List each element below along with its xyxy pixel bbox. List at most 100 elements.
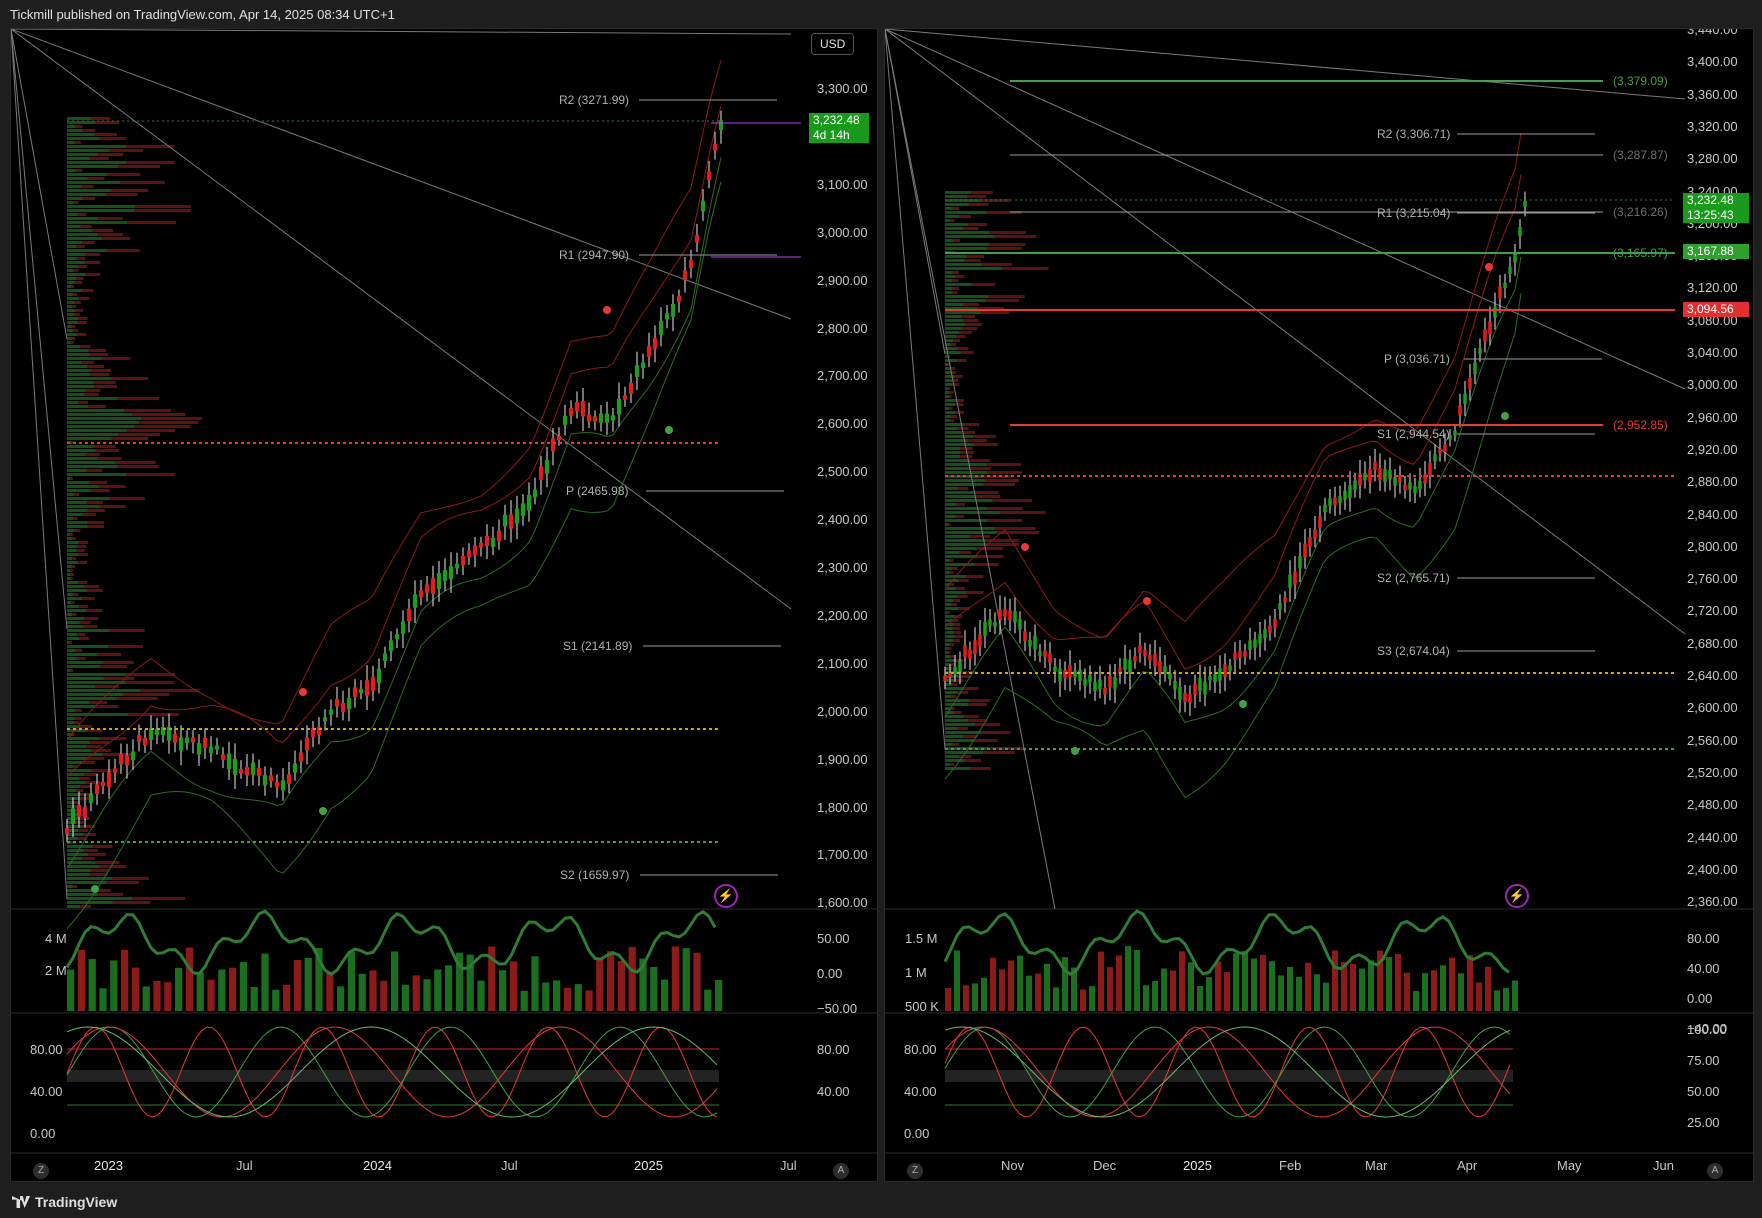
volume-profile-bar-up — [67, 669, 71, 672]
signal-dot — [91, 885, 99, 893]
volume-bar-down — [380, 980, 388, 1011]
volume-bar-up — [304, 957, 312, 1011]
volume-profile-bar-down — [86, 745, 102, 748]
volume-profile-bar-up — [67, 397, 118, 400]
volume-profile-bar-up — [67, 181, 121, 184]
candle-up — [1408, 482, 1412, 490]
volume-profile-bar-up — [67, 681, 126, 684]
volume-profile-bar-down — [949, 391, 954, 394]
flash-icon[interactable]: ⚡ — [714, 884, 738, 908]
volume-profile-bar-down — [987, 247, 1022, 250]
left-chart-panel[interactable]: USD 3,300.003,200.003,100.003,000.002,90… — [10, 28, 878, 1182]
volume-profile-bar-up — [67, 425, 135, 428]
volume-profile-bar-down — [72, 885, 78, 888]
volume-profile-bar-up — [67, 741, 91, 744]
oscillator-right-axis-label: 100.00 — [1687, 1022, 1727, 1037]
volume-profile-bar-up — [945, 675, 960, 678]
volume-profile-bar-down — [97, 217, 123, 220]
volume-profile-bar-up — [67, 389, 86, 392]
candle-down — [418, 590, 424, 598]
volume-bar-up — [67, 969, 75, 1011]
volume-profile-bar-down — [963, 715, 979, 718]
volume-profile-bar-down — [75, 169, 83, 172]
candle-down — [220, 754, 226, 760]
volume-profile-bar-down — [128, 713, 179, 716]
price-axis-label: 2,600.00 — [1687, 700, 1738, 716]
volume-profile-bar-down — [73, 269, 79, 272]
volume-profile-bar-up — [67, 293, 73, 296]
line-value-label: (2,952.85) — [1613, 418, 1668, 432]
volume-profile-bar-down — [78, 401, 89, 404]
auto-scale-button[interactable]: A — [833, 1163, 849, 1179]
volume-profile-bar-up — [67, 269, 74, 272]
volume-profile-bar-down — [77, 213, 87, 216]
candle-down — [1003, 608, 1007, 617]
right-price-chart[interactable] — [885, 29, 1754, 1182]
volume-profile-bar-up — [67, 249, 107, 252]
volume-profile-bar-down — [953, 639, 960, 642]
volume-profile-bar-up — [67, 553, 79, 556]
volume-profile-bar-up — [945, 287, 953, 290]
right-chart-panel[interactable]: 3,440.00 3,400.00 3,360.00 3,320.00 3,280.00… — [884, 28, 1754, 1182]
candle-up — [544, 459, 550, 474]
volume-profile-bar-up — [67, 417, 142, 420]
volume-bar-down — [1215, 961, 1221, 1011]
time-axis-label: Jul — [236, 1158, 253, 1173]
volume-profile-bar-up — [945, 395, 949, 398]
candle-down — [286, 774, 292, 784]
volume-bar-up — [1161, 968, 1167, 1011]
volume-profile-bar-up — [67, 433, 119, 436]
volume-profile-bar-down — [124, 409, 171, 412]
flash-icon[interactable]: ⚡ — [1505, 884, 1529, 908]
volume-profile-bar-up — [945, 223, 969, 226]
volume-profile-bar-up — [67, 677, 104, 680]
candle-up — [1298, 556, 1302, 569]
volume-profile-bar-down — [965, 323, 982, 326]
auto-scale-button[interactable]: A — [1707, 1163, 1723, 1179]
volume-profile-bar-up — [67, 461, 116, 464]
volume-profile-bar-down — [952, 287, 959, 290]
candle-up — [1213, 674, 1217, 683]
volume-profile-bar-up — [945, 191, 972, 194]
zoom-button[interactable]: Z — [907, 1163, 923, 1179]
volume-bar-up — [704, 989, 712, 1011]
volume-profile-bar-up — [945, 247, 988, 250]
volume-profile-bar-down — [132, 413, 186, 416]
volume-profile-bar-down — [70, 477, 73, 480]
candle-down — [556, 436, 562, 441]
candle-down — [1378, 468, 1382, 481]
volume-oscillator-line — [943, 909, 1510, 977]
oscillator-right-axis-label: 40.00 — [817, 1084, 850, 1099]
volume-bar-up — [1242, 951, 1248, 1011]
volume-profile-bar-down — [93, 445, 116, 448]
candle-down — [706, 171, 712, 181]
volume-profile-bar-up — [67, 757, 88, 760]
volume-profile-bar-down — [954, 375, 963, 378]
volume-profile-bar-up — [67, 349, 89, 352]
volume-profile-bar-down — [986, 463, 1022, 466]
candle-down — [1148, 655, 1152, 661]
candle-up — [454, 563, 460, 569]
candle-down — [1303, 543, 1307, 558]
volume-profile-bar-down — [969, 459, 990, 462]
volume-profile-bar-up — [67, 141, 75, 144]
volume-profile-bar-down — [949, 655, 955, 658]
volume-bar-up — [391, 951, 399, 1011]
volume-profile-bar-up — [67, 197, 83, 200]
tradingview-logo[interactable]: TradingView — [12, 1194, 117, 1210]
candle-up — [1348, 485, 1352, 498]
volume-profile-bar-up — [945, 259, 965, 262]
volume-profile-bar-up — [945, 615, 955, 618]
volume-profile-bar-down — [960, 351, 974, 354]
zoom-button[interactable]: Z — [33, 1163, 49, 1179]
volume-bar-up — [250, 986, 258, 1011]
volume-bar-up — [682, 948, 690, 1011]
signal-dot — [1239, 700, 1247, 708]
volume-profile-bar-up — [945, 227, 964, 230]
candle-down — [1458, 405, 1462, 416]
left-price-chart[interactable] — [11, 29, 878, 1182]
candle-up — [1098, 679, 1102, 690]
volume-profile-bar-up — [67, 477, 71, 480]
candle-down — [1023, 631, 1027, 641]
currency-button[interactable]: USD — [811, 33, 855, 55]
